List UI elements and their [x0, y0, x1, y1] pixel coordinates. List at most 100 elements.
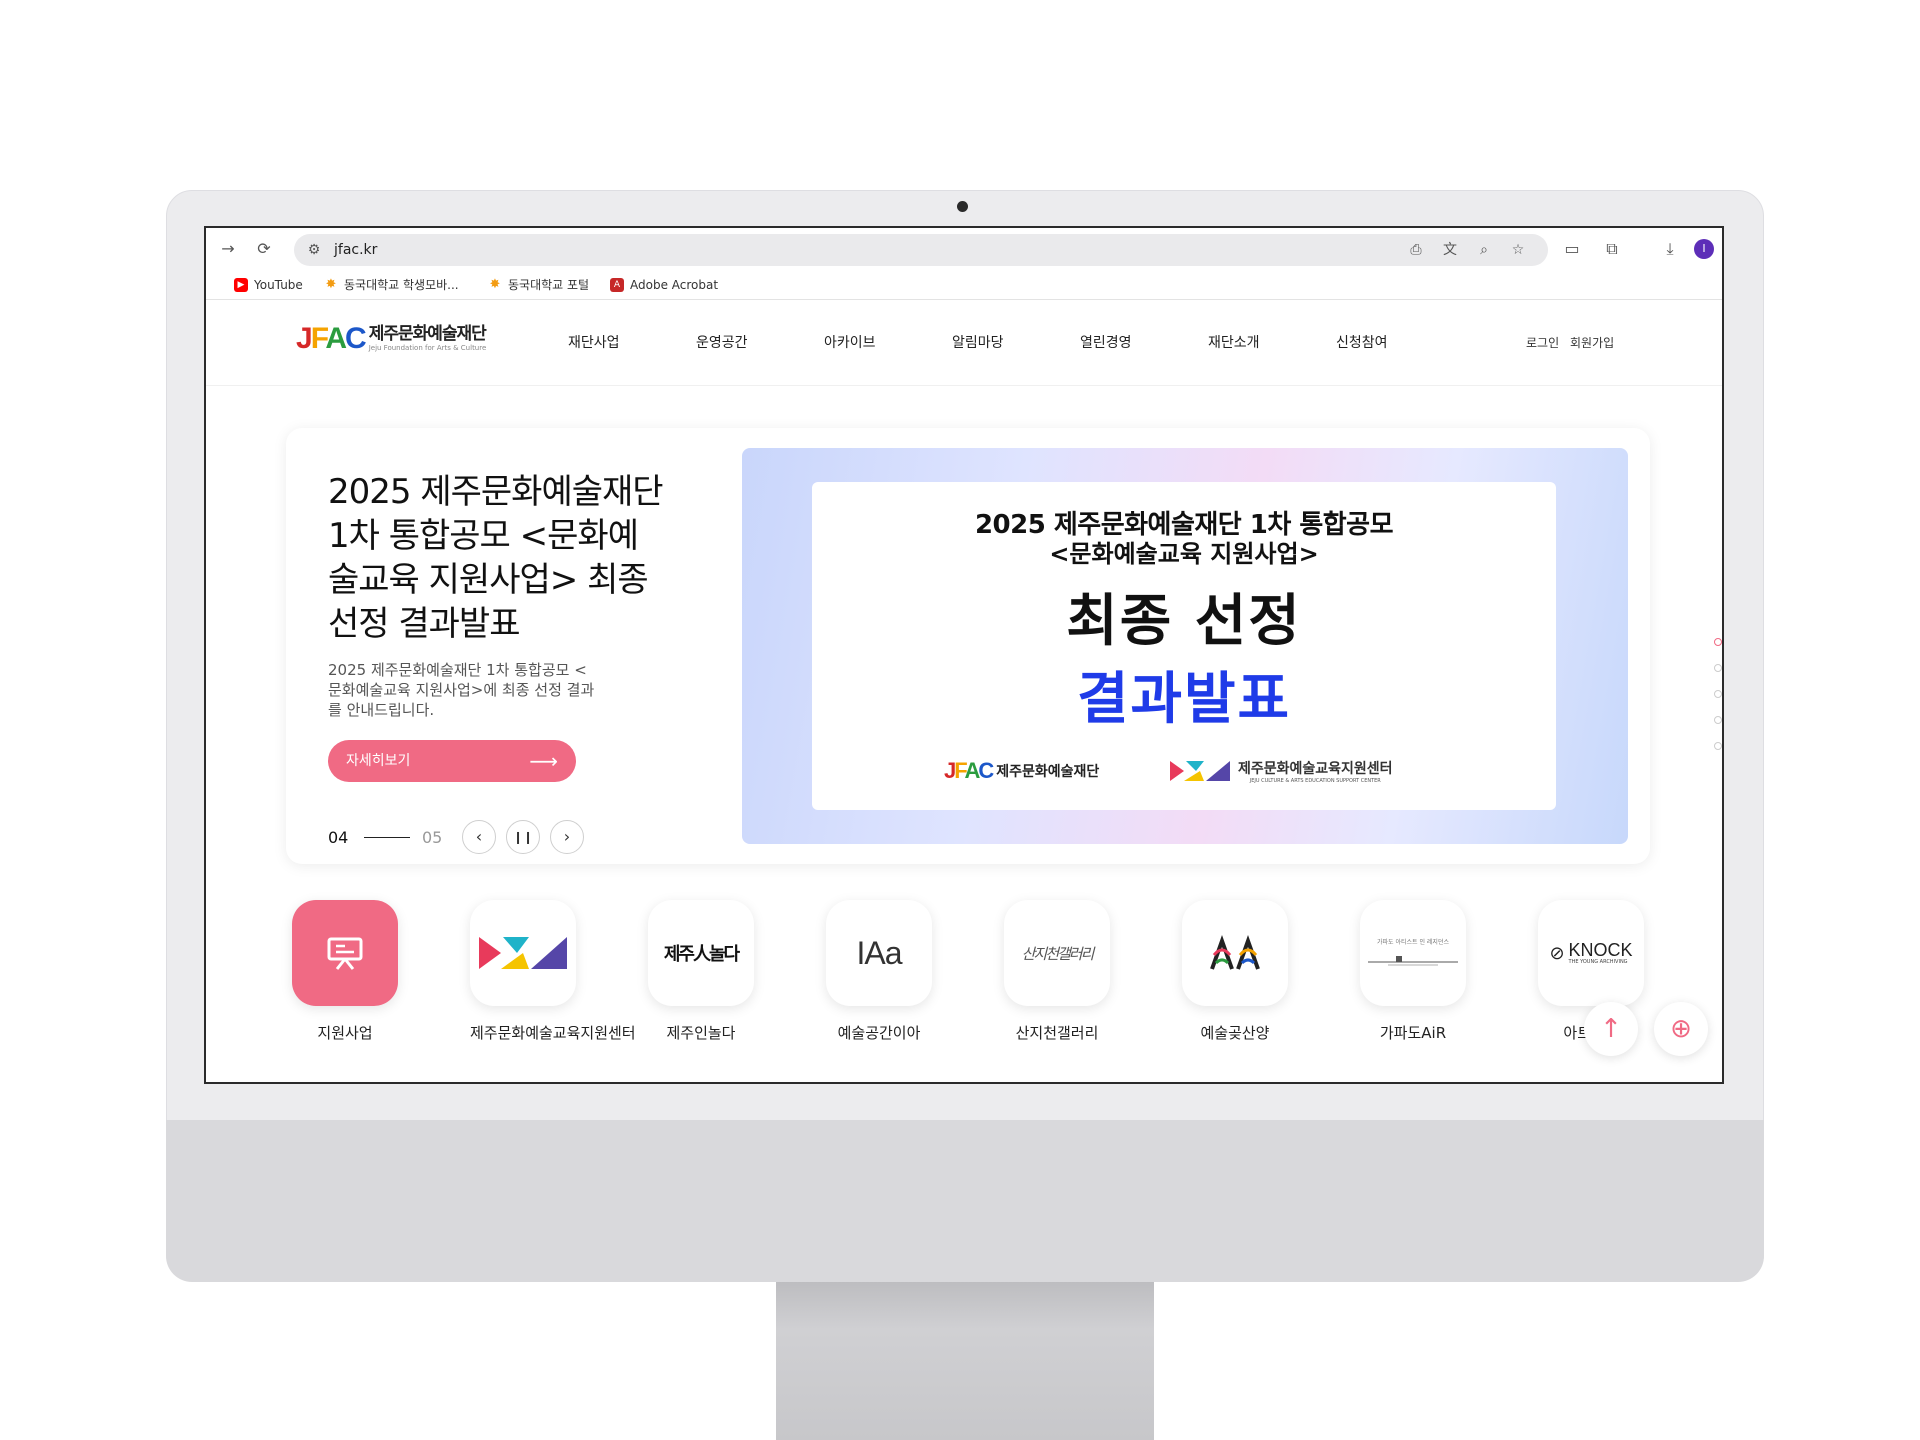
- nav-item-operating-spaces[interactable]: 운영공간: [696, 332, 748, 352]
- sanjicheon-logo-text: 산지천갤러리: [1021, 944, 1095, 963]
- iaa-logo-letters: IAa: [856, 934, 902, 971]
- picture-in-picture-icon[interactable]: ▭: [1560, 237, 1584, 261]
- knock-logo: ⊘ KNOCK THE YOUNG ARCHIVING: [1538, 900, 1644, 1006]
- forward-icon[interactable]: →: [216, 237, 240, 261]
- banner-logo-right-text: 제주문화예술교육지원센터: [1238, 761, 1393, 777]
- details-button[interactable]: 자세히보기 ⟶: [328, 740, 576, 782]
- bookmark-dongguk-mobile[interactable]: ✸ 동국대학교 학생모바...: [324, 275, 459, 295]
- nav-item-notices[interactable]: 알림마당: [952, 332, 1004, 352]
- banner-line-2: <문화예술교육 지원사업>: [1049, 540, 1319, 568]
- nav-item-apply[interactable]: 신청참여: [1336, 332, 1388, 352]
- url-text[interactable]: jfac.kr: [334, 234, 377, 266]
- screen: → ⟳ ⚙ jfac.kr ⎙ 文 ⌕ ☆ ▭ ⧉ ⤓ I ▶ YouTube …: [204, 226, 1724, 1084]
- quick-link-label: 예술공간이아: [837, 1024, 921, 1042]
- banner-jfac-logo: JFAC 제주문화예술재단: [944, 758, 1100, 783]
- nav-item-foundation-projects[interactable]: 재단사업: [568, 332, 620, 352]
- banner-education-center-logo: 제주문화예술교육지원센터 JEJU CULTURE & ARTS EDUCATI…: [1170, 758, 1393, 784]
- knock-logo-text: KNOCK: [1568, 940, 1633, 960]
- bookmark-label: 동국대학교 학생모바...: [344, 278, 459, 292]
- bookmark-label: YouTube: [254, 278, 303, 292]
- knock-logo-subtext: THE YOUNG ARCHIVING: [1568, 959, 1628, 965]
- site-info-icon[interactable]: ⚙: [302, 238, 326, 262]
- quick-link-art-space-iaa[interactable]: IAa 예술공간이아: [826, 900, 932, 1043]
- hero-slider: 2025 제주문화예술재단 1차 통합공모 <문화예술교육 지원사업> 최종선정…: [286, 428, 1650, 864]
- site-logo[interactable]: JFAC 제주문화예술재단 Jeju Foundation for Arts &…: [296, 322, 487, 356]
- nav-item-open-management[interactable]: 열린경영: [1080, 332, 1132, 352]
- bookmark-dongguk-portal[interactable]: ✸ 동국대학교 포털: [488, 275, 590, 295]
- next-slide-button[interactable]: ›: [550, 820, 584, 854]
- side-dot[interactable]: [1714, 742, 1722, 750]
- quick-link-arts-education-center[interactable]: 제주문화예술교육지원센터: [470, 900, 636, 1043]
- nav-item-archive[interactable]: 아카이브: [824, 332, 876, 352]
- quick-link-label: 예술곶산양: [1200, 1024, 1270, 1042]
- prev-slide-button[interactable]: ‹: [462, 820, 496, 854]
- dongguk-icon: ✸: [325, 277, 337, 292]
- monitor-stand: [776, 1282, 1154, 1440]
- nav-item-about[interactable]: 재단소개: [1208, 332, 1260, 352]
- quick-link-jejuin-nolda[interactable]: 제주人놀다 제주인놀다: [648, 900, 754, 1043]
- logo-korean-name: 제주문화예술재단: [368, 324, 487, 344]
- install-app-icon[interactable]: ⎙: [1404, 238, 1428, 262]
- login-link[interactable]: 로그인: [1526, 334, 1559, 351]
- side-dot[interactable]: [1714, 664, 1722, 672]
- site-header: JFAC 제주문화예술재단 Jeju Foundation for Arts &…: [206, 300, 1722, 386]
- arrow-right-icon: ⟶: [529, 749, 558, 773]
- monitor-chin: [166, 1120, 1764, 1282]
- signup-link[interactable]: 회원가입: [1570, 334, 1614, 351]
- art-cape-sanyang-logo: [1182, 900, 1288, 1006]
- quick-link-label: 지원사업: [317, 1024, 373, 1042]
- dongguk-icon: ✸: [489, 277, 501, 292]
- pause-button[interactable]: ❙❙: [506, 820, 540, 854]
- quick-link-gapado-air[interactable]: 가파도 아티스트 인 레지던스 가파도AiR: [1360, 900, 1466, 1043]
- youtube-icon: ▶: [234, 278, 248, 292]
- address-bar[interactable]: ⚙ jfac.kr ⎙ 文 ⌕ ☆: [294, 234, 1548, 266]
- current-slide-number: 04: [328, 828, 349, 847]
- quick-link-label: 제주문화예술교육지원센터: [470, 1024, 636, 1042]
- reload-icon[interactable]: ⟳: [252, 237, 276, 261]
- hero-title: 2025 제주문화예술재단 1차 통합공모 <문화예술교육 지원사업> 최종선정…: [328, 472, 664, 644]
- presentation-board-icon: [292, 900, 398, 1006]
- quick-link-sanjicheon-gallery[interactable]: 산지천갤러리 산지천갤러리: [1004, 900, 1110, 1043]
- total-slide-number: 05: [422, 828, 443, 847]
- banner-logos: JFAC 제주문화예술재단 제주문화예술교육지원센터 JEJU CULTURE: [944, 758, 1444, 786]
- pager-progress-line: [364, 837, 410, 838]
- banner-line-3: 최종 선정: [1066, 589, 1302, 654]
- acrobat-icon: A: [610, 278, 624, 292]
- banner-line-4: 결과발표: [1076, 667, 1292, 732]
- bookmark-adobe-acrobat[interactable]: A Adobe Acrobat: [610, 275, 718, 295]
- zoom-in-button[interactable]: ⊕: [1654, 1002, 1708, 1056]
- bookmark-youtube[interactable]: ▶ YouTube: [234, 275, 303, 295]
- quick-link-label: 제주인놀다: [666, 1024, 736, 1042]
- extensions-icon[interactable]: ⧉: [1600, 237, 1624, 261]
- camera-icon: [957, 201, 968, 212]
- quick-link-art-cape-sanyang[interactable]: 예술곶산양: [1182, 900, 1288, 1043]
- education-center-mark-icon: [1170, 761, 1230, 781]
- bookmark-star-icon[interactable]: ☆: [1506, 238, 1530, 262]
- gapado-logo-text: 가파도 아티스트 인 레지던스: [1377, 938, 1449, 946]
- logo-english-name: Jeju Foundation for Arts & Culture: [368, 344, 487, 352]
- sanjicheon-gallery-logo: 산지천갤러리: [1004, 900, 1110, 1006]
- side-pager-dots: [1714, 638, 1722, 768]
- side-dot[interactable]: [1714, 638, 1722, 646]
- profile-avatar[interactable]: I: [1694, 239, 1714, 259]
- banner-card: 2025 제주문화예술재단 1차 통합공모 <문화예술교육 지원사업> 최종 선…: [812, 482, 1556, 810]
- jejuin-nolda-logo: 제주人놀다: [648, 900, 754, 1006]
- knock-symbol-icon: ⊘: [1549, 942, 1565, 964]
- logo-mark: JFAC: [296, 322, 367, 355]
- hero-description: 2025 제주문화예술재단 1차 통합공모 <문화예술교육 지원사업>에 최종 …: [328, 661, 595, 719]
- side-dot[interactable]: [1714, 716, 1722, 724]
- iaa-logo-text: IAa: [856, 934, 902, 972]
- iaa-logo: IAa: [826, 900, 932, 1006]
- download-icon[interactable]: ⤓: [1658, 237, 1682, 261]
- banner-logo-right-english: JEJU CULTURE & ARTS EDUCATION SUPPORT CE…: [1249, 778, 1381, 784]
- zoom-icon[interactable]: ⌕: [1472, 238, 1496, 262]
- bookmark-label: 동국대학교 포털: [508, 278, 590, 292]
- scroll-to-top-button[interactable]: ↑: [1584, 1002, 1638, 1056]
- quick-link-support-projects[interactable]: 지원사업: [292, 900, 398, 1043]
- quick-link-label: 산지천갤러리: [1015, 1024, 1099, 1042]
- quick-link-label: 가파도AiR: [1379, 1024, 1447, 1042]
- translate-icon[interactable]: 文: [1438, 238, 1462, 262]
- hero-banner-image[interactable]: 2025 제주문화예술재단 1차 통합공모 <문화예술교육 지원사업> 최종 선…: [742, 448, 1628, 844]
- side-dot[interactable]: [1714, 690, 1722, 698]
- details-button-label: 자세히보기: [346, 753, 411, 769]
